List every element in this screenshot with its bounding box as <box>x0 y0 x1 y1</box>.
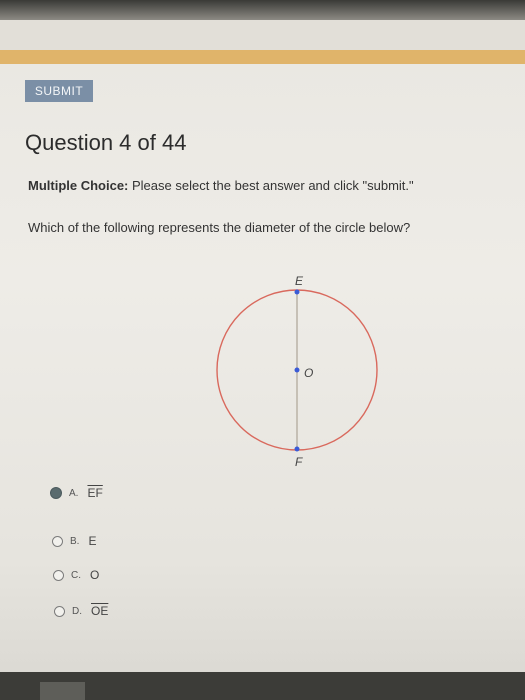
radio-a-selected[interactable] <box>50 487 62 499</box>
submit-button[interactable]: SUBMIT <box>25 80 93 102</box>
choice-a[interactable]: A. EF <box>50 484 103 502</box>
bottom-tab <box>40 682 85 700</box>
choice-b-letter: B. <box>70 535 80 547</box>
screen: SUBMIT Question 4 of 44 Multiple Choice:… <box>0 0 525 700</box>
label-o: O <box>304 366 313 380</box>
accent-bar <box>0 50 525 64</box>
choice-d-text: OE <box>91 604 109 618</box>
choice-d-letter: D. <box>72 605 82 617</box>
choice-b[interactable]: B. E <box>52 532 96 550</box>
question-prompt: Which of the following represents the di… <box>28 220 411 235</box>
top-bezel <box>0 0 525 20</box>
radio-d[interactable] <box>54 605 65 617</box>
choice-a-text: EF <box>87 486 103 500</box>
radio-b[interactable] <box>52 535 63 547</box>
point-o <box>294 367 300 373</box>
choice-c-letter: C. <box>71 569 81 581</box>
label-e: E <box>295 274 304 288</box>
question-type-label: Multiple Choice: <box>28 178 129 193</box>
instruction-body: Please select the best answer and click … <box>128 178 414 193</box>
question-title: Question 4 of 44 <box>25 130 187 155</box>
instruction-text: Multiple Choice: Please select the best … <box>28 178 414 193</box>
header-strip <box>0 20 525 50</box>
choice-c[interactable]: C. O <box>53 566 99 584</box>
point-e <box>294 289 300 295</box>
circle-diagram: E O F <box>216 274 378 468</box>
choice-a-letter: A. <box>69 487 79 499</box>
choice-d[interactable]: D. OE <box>54 602 108 620</box>
point-f <box>294 446 300 452</box>
choice-c-text: O <box>90 568 100 582</box>
radio-c[interactable] <box>53 569 64 581</box>
label-f: F <box>295 455 303 468</box>
choice-b-text: E <box>88 534 97 548</box>
